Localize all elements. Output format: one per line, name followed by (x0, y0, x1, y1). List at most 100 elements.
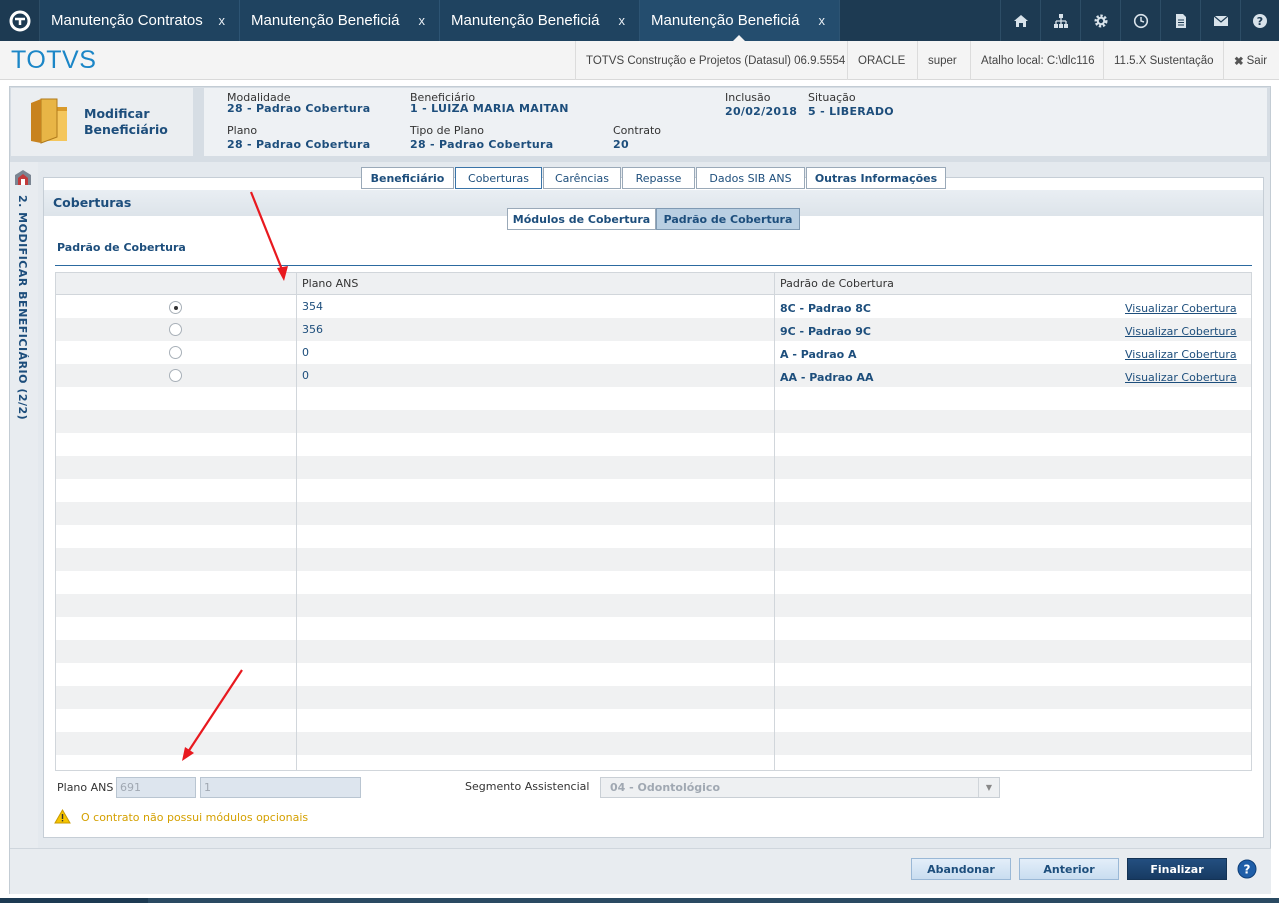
wizard-step-label: 2. MODIFICAR BENEFICIÁRIO (2/2) (16, 195, 29, 421)
close-icon[interactable]: x (219, 13, 226, 28)
view-coverage-link[interactable]: Visualizar Cobertura (1125, 325, 1237, 338)
tab-coberturas[interactable]: Coberturas (455, 167, 542, 189)
situacao-label: Situação (808, 91, 856, 104)
empty-row (56, 571, 1251, 594)
home-icon (1013, 14, 1028, 27)
row-radio-2[interactable] (169, 323, 182, 336)
version-info: 11.5.X Sustentação (1103, 41, 1223, 80)
plano-value: 28 - Padrao Cobertura (227, 138, 371, 151)
column-divider (774, 273, 775, 770)
gear-icon (1094, 14, 1107, 27)
tab-carencias[interactable]: Carências (543, 167, 621, 189)
empty-row (56, 548, 1251, 571)
app-logo-button[interactable] (0, 0, 40, 41)
column-header-plano-ans[interactable]: Plano ANS (296, 273, 774, 295)
page-title: Modificar Beneficiário (84, 106, 168, 137)
previous-button[interactable]: Anterior (1019, 858, 1119, 880)
warning-icon (54, 808, 71, 828)
cell-plano-ans: 356 (302, 323, 323, 336)
settings-button[interactable] (1080, 0, 1120, 41)
column-header-select (56, 273, 296, 295)
empty-row (56, 433, 1251, 456)
table-row[interactable] (56, 341, 1251, 364)
beneficiario-value: 1 - LUIZA MARIA MAITAN (410, 102, 569, 115)
plano-label: Plano (227, 124, 258, 137)
mail-button[interactable] (1200, 0, 1240, 41)
empty-row (56, 640, 1251, 663)
finish-button[interactable]: Finalizar (1127, 858, 1227, 880)
column-divider (296, 273, 297, 770)
view-coverage-link[interactable]: Visualizar Cobertura (1125, 371, 1237, 384)
column-header-padrao-cobertura[interactable]: Padrão de Cobertura (774, 273, 1251, 295)
user-info: super (917, 41, 970, 80)
empty-row (56, 525, 1251, 548)
view-coverage-link[interactable]: Visualizar Cobertura (1125, 302, 1237, 315)
empty-row (56, 686, 1251, 709)
table-row[interactable] (56, 295, 1251, 318)
tab-repasse[interactable]: Repasse (622, 167, 695, 189)
coverage-grid: Plano ANS Padrão de Cobertura 354 356 0 … (55, 272, 1252, 771)
empty-row (56, 732, 1251, 755)
segmento-label: Segmento Assistencial (465, 780, 590, 793)
clock-icon (1133, 13, 1148, 28)
close-icon[interactable]: x (619, 13, 626, 28)
help-button[interactable]: ? (1240, 0, 1279, 41)
history-button[interactable] (1120, 0, 1160, 41)
chevron-down-icon[interactable]: ▼ (978, 778, 999, 797)
product-info: TOTVS Construção e Projetos (Datasul) 06… (575, 41, 847, 80)
inclusao-value: 20/02/2018 (725, 105, 798, 118)
empty-row (56, 502, 1251, 525)
close-icon: ✖ (1234, 55, 1244, 68)
sitemap-icon (1053, 13, 1068, 28)
tab-1[interactable]: Manutenção Contratos x (40, 0, 240, 41)
bottom-strip-segment (148, 898, 1279, 903)
cell-plano-ans: 0 (302, 346, 309, 359)
help-button[interactable]: ? (1237, 859, 1257, 883)
tipo-plano-label: Tipo de Plano (410, 124, 485, 137)
cell-padrao: AA - Padrao AA (780, 371, 874, 384)
totvs-logo-icon (9, 10, 30, 31)
close-icon[interactable]: x (819, 13, 826, 28)
sitemap-button[interactable] (1040, 0, 1080, 41)
warning-message: O contrato não possui módulos opcionais (81, 811, 309, 824)
tab-label: Manutenção Beneficiá (451, 12, 600, 29)
tab-2[interactable]: Manutenção Beneficiá x (240, 0, 440, 41)
exit-button[interactable]: ✖ Sair (1223, 41, 1279, 80)
row-radio-1[interactable] (169, 301, 182, 314)
table-row[interactable] (56, 364, 1251, 387)
table-row[interactable] (56, 318, 1251, 341)
view-coverage-link[interactable]: Visualizar Cobertura (1125, 348, 1237, 361)
plano-ans-field-2[interactable]: 1 (200, 777, 361, 798)
subsection-title: Padrão de Cobertura (57, 241, 186, 254)
row-radio-3[interactable] (169, 346, 182, 359)
tab-label: Manutenção Beneficiá (251, 12, 400, 29)
empty-row (56, 594, 1251, 617)
home-button[interactable] (1000, 0, 1040, 41)
empty-row (56, 617, 1251, 640)
exit-label: Sair (1246, 54, 1268, 67)
empty-row (56, 456, 1251, 479)
tab-outras-informacoes[interactable]: Outras Informações (806, 167, 946, 189)
tab-dados-sib-ans[interactable]: Dados SIB ANS (696, 167, 805, 189)
subtab-padrao-cobertura[interactable]: Padrão de Cobertura (656, 208, 800, 230)
tab-beneficiario[interactable]: Beneficiário (361, 167, 454, 189)
situacao-value: 5 - LIBERADO (808, 105, 894, 118)
subsection-divider (55, 265, 1252, 266)
cell-padrao: 9C - Padrao 9C (780, 325, 871, 338)
close-icon[interactable]: x (419, 13, 426, 28)
tipo-plano-value: 28 - Padrao Cobertura (410, 138, 554, 151)
tab-3[interactable]: Manutenção Beneficiá x (440, 0, 640, 41)
tab-label: Manutenção Beneficiá (651, 12, 800, 29)
folder-icon (27, 97, 75, 151)
mail-icon (1213, 15, 1228, 26)
svg-text:?: ? (1257, 15, 1263, 28)
subtab-modulos-cobertura[interactable]: Módulos de Cobertura (507, 208, 656, 230)
section-title: Coberturas (53, 195, 132, 210)
plano-ans-field-1[interactable]: 691 (116, 777, 196, 798)
abandon-button[interactable]: Abandonar (911, 858, 1011, 880)
row-radio-4[interactable] (169, 369, 182, 382)
inclusao-label: Inclusão (725, 91, 771, 104)
segmento-select[interactable]: 04 - Odontológico (600, 777, 1000, 798)
document-button[interactable] (1160, 0, 1200, 41)
empty-row (56, 755, 1251, 770)
